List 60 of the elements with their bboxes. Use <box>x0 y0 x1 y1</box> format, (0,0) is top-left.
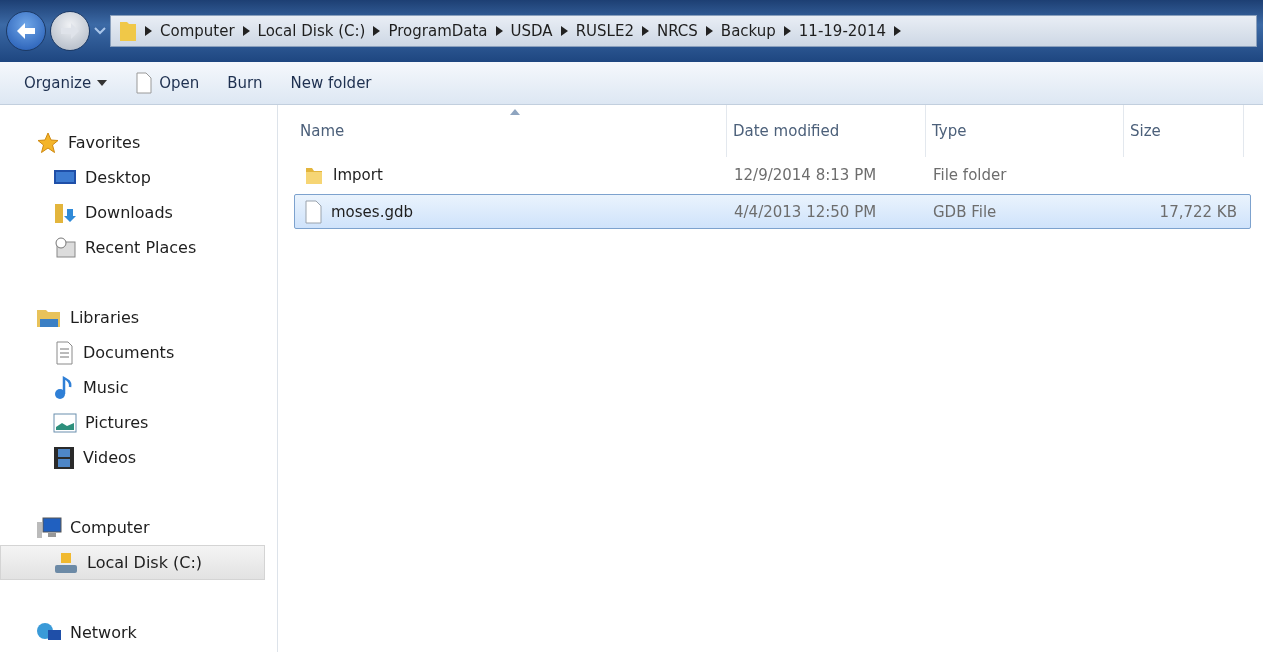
film-icon <box>53 445 75 470</box>
toolbar-button[interactable]: New folder <box>280 70 382 96</box>
nav-item[interactable]: Videos <box>0 440 265 475</box>
caret-icon <box>97 80 108 86</box>
disk-drive-icon <box>53 550 79 575</box>
column-header[interactable]: Date modified <box>727 105 926 157</box>
nav-item[interactable]: Documents <box>0 335 265 370</box>
open-button[interactable]: Open <box>125 68 210 98</box>
breadcrumb[interactable]: NRCS <box>656 22 698 40</box>
file-name: moses.gdb <box>331 202 413 221</box>
back-button[interactable] <box>6 11 46 51</box>
breadcrumb[interactable]: 11-19-2014 <box>798 22 886 40</box>
forward-button[interactable] <box>50 11 90 51</box>
file-name: Import <box>333 165 383 184</box>
nav-item[interactable]: Local Disk (C:) <box>0 545 265 580</box>
document-icon <box>53 340 75 365</box>
nav-item[interactable]: Music <box>0 370 265 405</box>
breadcrumb-arrow-icon[interactable] <box>145 26 152 36</box>
nav-item[interactable]: Recent Places <box>0 230 265 265</box>
breadcrumb-arrow-icon[interactable] <box>894 26 901 36</box>
breadcrumb[interactable]: USDA <box>510 22 553 40</box>
breadcrumb-arrow-icon[interactable] <box>560 26 568 36</box>
breadcrumb[interactable]: Computer <box>160 22 235 40</box>
breadcrumb-arrow-icon[interactable] <box>641 26 649 36</box>
file-icon <box>303 199 323 224</box>
nav-group-item[interactable]: Libraries <box>0 300 265 335</box>
breadcrumb-arrow-icon[interactable] <box>373 26 381 36</box>
type-cell-text: File folder <box>932 165 1008 184</box>
computer-icon <box>36 515 62 540</box>
column-header[interactable]: Name <box>294 105 727 157</box>
breadcrumb[interactable]: ProgramData <box>388 22 488 40</box>
picture-icon <box>53 411 77 434</box>
breadcrumb[interactable]: RUSLE2 <box>575 22 634 40</box>
back-arrow-icon <box>16 22 36 40</box>
star-icon <box>36 130 60 155</box>
file-row[interactable]: Import 12/9/2014 8:13 PM File folder <box>294 157 1251 192</box>
toolbar-button[interactable]: Burn <box>217 70 273 96</box>
size-cell-text: 17,722 KB <box>1158 202 1238 221</box>
breadcrumb-arrow-icon[interactable] <box>783 26 791 36</box>
organize-menu-button[interactable]: Organize <box>14 70 118 96</box>
file-row[interactable]: moses.gdb 4/4/2013 12:50 PM GDB File 17,722 KB <box>294 194 1251 229</box>
nav-item[interactable]: Downloads <box>0 195 265 230</box>
breadcrumb-arrow-icon[interactable] <box>705 26 713 36</box>
nav-group-item[interactable]: Network <box>0 615 265 650</box>
date-cell-text: 4/4/2013 12:50 PM <box>733 202 878 221</box>
breadcrumb-arrow-icon[interactable] <box>242 26 250 36</box>
type-cell-text: GDB File <box>932 202 998 221</box>
file-icon <box>135 72 154 94</box>
column-header[interactable]: Size <box>1124 105 1244 157</box>
date-cell-text: 12/9/2014 8:13 PM <box>733 165 878 184</box>
nav-group-item[interactable]: Favorites <box>0 125 265 160</box>
breadcrumb[interactable]: Local Disk (C:) <box>257 22 366 40</box>
column-header[interactable]: Type <box>926 105 1124 157</box>
forward-arrow-icon <box>60 22 80 40</box>
nav-item[interactable]: Desktop <box>0 160 265 195</box>
address-bar[interactable]: Computer Local Disk (C:) ProgramData USDA RUSLE2 NRCS Backup 11-19-2014 <box>110 15 1257 47</box>
breadcrumb-arrow-icon[interactable] <box>495 26 503 36</box>
breadcrumb[interactable]: Backup <box>720 22 776 40</box>
nav-group-item[interactable]: Computer <box>0 510 265 545</box>
nav-item[interactable]: Pictures <box>0 405 265 440</box>
